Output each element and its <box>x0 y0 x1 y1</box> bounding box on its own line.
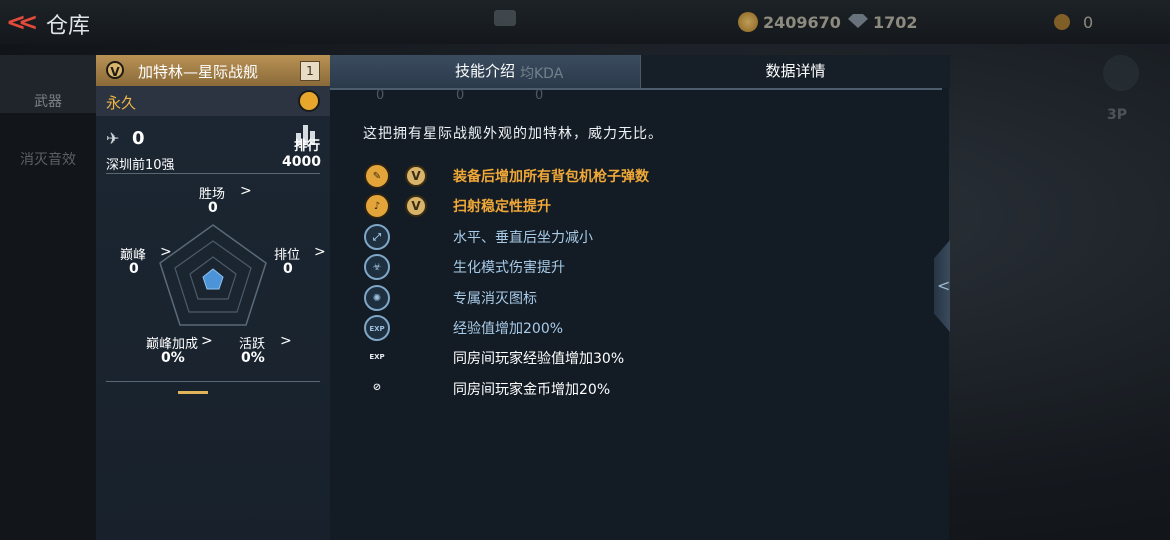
vip-badge-icon: V <box>405 165 427 187</box>
stability-icon: ♪ <box>364 193 390 220</box>
skill-text: 生化模式伤害提升 <box>453 260 565 277</box>
top-bar: << 仓库 2409670 1702 0 <box>0 0 1170 44</box>
chevron-left-icon: < <box>937 276 951 295</box>
skill-row: EXP 经验值增加200% <box>364 315 924 341</box>
activity-value: 0% <box>241 350 265 366</box>
skill-text: 经验值增加200% <box>453 321 564 337</box>
weapon-name: 加特林—星际战舰 <box>138 63 259 81</box>
peak-bonus-value: 0% <box>161 350 185 366</box>
room-gold-icon: ⊘ <box>372 381 382 393</box>
gun-ammo-icon: ✎ <box>364 163 390 189</box>
weapon-card-header: V 加特林—星际战舰 1 <box>96 55 330 86</box>
duration-row: 永久 <box>96 86 330 116</box>
recoil-icon: ⤢ <box>364 223 390 250</box>
ghost-kda-label: 均KDA <box>520 66 564 82</box>
region-score: 4000 <box>282 154 321 170</box>
weapon-card: V 加特林—星际战舰 1 永久 ✈ 0 排行 深圳前10强 4000 胜场 > … <box>96 55 331 540</box>
divider <box>106 381 320 382</box>
ticket-amount: 0 <box>1083 13 1094 32</box>
skill-text: 扫射稳定性提升 <box>453 199 551 216</box>
exp-icon: EXP <box>364 315 390 341</box>
gold-amount: 2409670 <box>763 13 841 32</box>
ticket-icon <box>1054 14 1070 30</box>
peak-value: 0 <box>129 261 139 277</box>
skill-row: ☣ 生化模式伤害提升 <box>364 254 924 281</box>
tab-data-details[interactable]: 数据详情 <box>640 55 950 88</box>
diamond-icon <box>848 14 868 28</box>
skill-text: 专属消灭图标 <box>453 290 537 307</box>
wins-value: 0 <box>208 200 218 216</box>
skill-row: ⊘ 同房间玩家金币增加20% <box>364 376 924 402</box>
page-title: 仓库 <box>46 14 91 39</box>
chat-icon[interactable] <box>494 10 516 26</box>
chevron-right-icon[interactable]: > <box>201 333 213 349</box>
weapon-detail-panel: 场次 0 0 0 技能介绍 数据详情 均KDA 这把拥有星际战舰外观的加特林，威… <box>330 55 950 540</box>
stats-radar-chart <box>159 224 267 326</box>
diamond-amount: 1702 <box>873 13 918 32</box>
chevron-right-icon[interactable]: > <box>280 333 292 349</box>
chevron-right-icon[interactable]: > <box>314 244 326 260</box>
weapon-description: 这把拥有星际战舰外观的加特林，威力无比。 <box>363 126 663 142</box>
page-indicator <box>178 391 208 394</box>
chevron-right-icon[interactable]: > <box>240 183 252 199</box>
forbidden-icon <box>298 90 320 112</box>
skill-row: ✎ V 装备后增加所有背包机枪子弹数 <box>364 163 924 189</box>
ghost-stat-value: 0 <box>456 88 465 103</box>
region-rank: 深圳前10强 <box>106 158 175 173</box>
third-person-label[interactable]: 3P <box>1107 107 1127 123</box>
skill-row: ♪ V 扫射稳定性提升 <box>364 193 924 220</box>
skill-text: 同房间玩家经验值增加30% <box>453 351 625 368</box>
biohazard-icon: ☣ <box>364 254 390 281</box>
gold-coin-icon <box>738 12 758 32</box>
leaderboard-label[interactable]: 排行 <box>294 135 320 154</box>
divider <box>106 173 320 174</box>
back-chevron-icon[interactable]: << <box>6 8 38 36</box>
view-controls: 3P <box>1085 55 1170 540</box>
ghost-stat-value: 0 <box>535 88 544 103</box>
skill-text: 水平、垂直后坐力减小 <box>453 229 593 246</box>
kill-count: 0 <box>132 128 145 149</box>
skill-text: 同房间玩家金币增加20% <box>453 381 611 398</box>
view-toggle-button[interactable] <box>1103 55 1139 91</box>
vip-badge-icon: V <box>405 195 427 218</box>
skill-row: ✺ 专属消灭图标 <box>364 284 924 311</box>
kill-icon: ✺ <box>364 284 390 311</box>
duration-label: 永久 <box>106 94 137 112</box>
skill-row: EXP 同房间玩家经验值增加30% <box>364 345 924 371</box>
kill-count-icon: ✈ <box>106 129 120 148</box>
room-exp-icon: EXP <box>369 353 385 362</box>
vip-badge-icon: V <box>106 61 124 79</box>
tab-skill-intro[interactable]: 技能介绍 <box>330 55 640 88</box>
category-sidebar: 武器 消灭音效 <box>0 55 96 540</box>
skill-row: ⤢ 水平、垂直后坐力减小 <box>364 223 924 250</box>
skill-text: 装备后增加所有背包机枪子弹数 <box>453 169 649 185</box>
ranked-value: 0 <box>283 261 293 277</box>
tab-underline <box>330 88 942 90</box>
ghost-stat-value: 0 <box>376 88 385 103</box>
weapon-count: 1 <box>300 61 320 81</box>
sidebar-item-kill-sound[interactable]: 消灭音效 <box>0 149 96 169</box>
sidebar-item-weapons[interactable]: 武器 <box>0 55 96 113</box>
